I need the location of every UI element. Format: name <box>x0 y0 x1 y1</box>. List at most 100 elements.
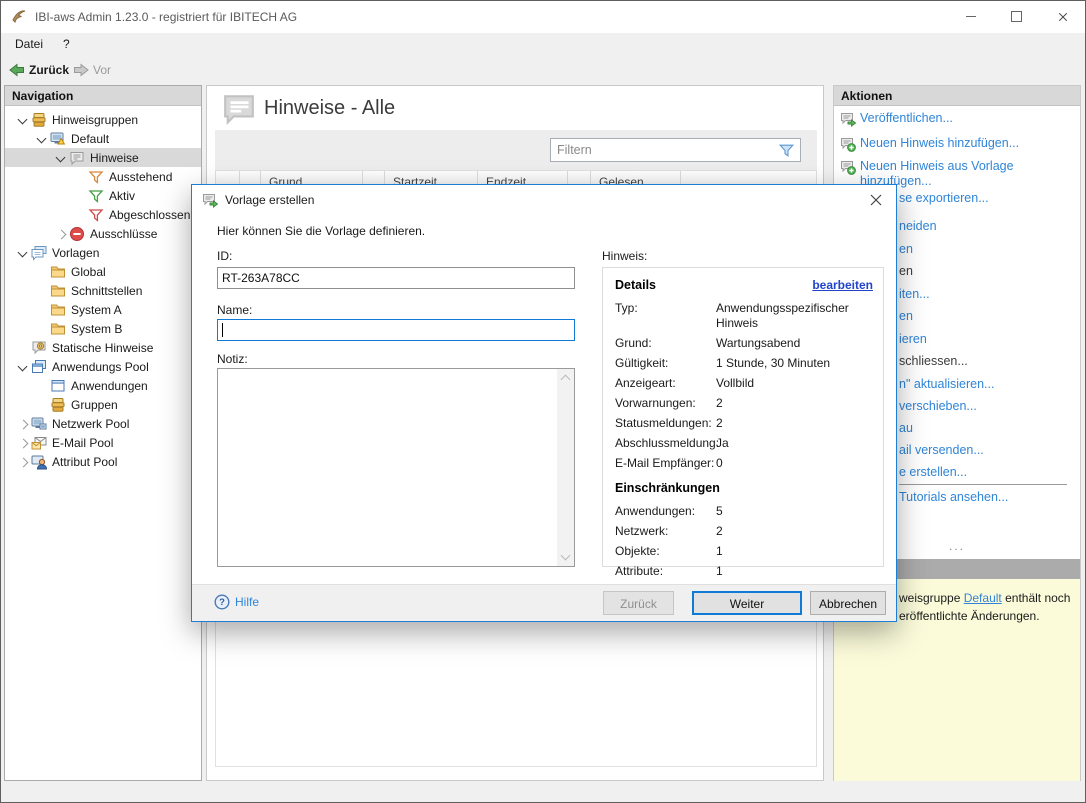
abbrechen-button[interactable]: Abbrechen <box>810 591 886 615</box>
dialog-intro-text: Hier können Sie die Vorlage definieren. <box>217 224 426 238</box>
notiz-field[interactable] <box>217 368 575 567</box>
chevron-down-icon[interactable] <box>15 245 31 261</box>
tree-item-global[interactable]: Global <box>5 262 201 281</box>
tree-item-email-pool[interactable]: E-Mail Pool <box>5 433 201 452</box>
dialog-title: Vorlage erstellen <box>225 193 315 207</box>
hinweise-bubble-icon <box>222 92 256 126</box>
hinweis-label: Hinweis: <box>602 249 648 263</box>
title-bar: IBI-aws Admin 1.23.0 - registriert für I… <box>1 1 1085 33</box>
action-partial[interactable]: verschieben... <box>899 399 977 413</box>
notification-line1: weisgruppe Default enthält noch <box>899 591 1071 605</box>
add-hinweis-vorlage-icon <box>840 159 856 175</box>
funnel-red-icon <box>88 207 104 223</box>
help-link[interactable]: Hilfe <box>214 594 259 610</box>
action-partial[interactable]: au <box>899 421 913 435</box>
name-field[interactable] <box>218 320 574 340</box>
scroll-up-icon[interactable] <box>557 369 574 386</box>
action-partial-disabled: en <box>899 264 913 278</box>
tree-item-ausstehend[interactable]: Ausstehend <box>5 167 201 186</box>
text-caret <box>222 323 223 337</box>
menu-help[interactable]: ? <box>63 37 70 51</box>
detail-row-statusmeldungen: Statusmeldungen: 2 <box>615 416 723 430</box>
back-button[interactable]: Zurück <box>9 62 69 78</box>
close-icon <box>1057 11 1069 23</box>
window-icon <box>50 378 66 394</box>
tree-item-gruppen[interactable]: Gruppen <box>5 395 201 414</box>
folder-icon <box>50 302 66 318</box>
forward-label: Vor <box>93 63 112 77</box>
tree-item-anwendungs-pool[interactable]: Anwendungs Pool <box>5 357 201 376</box>
weiter-button[interactable]: Weiter <box>692 591 802 615</box>
tree-item-vorlagen[interactable]: Vorlagen <box>5 243 201 262</box>
chevron-right-icon[interactable] <box>15 435 31 451</box>
funnel-orange-icon <box>88 169 104 185</box>
chevron-down-icon[interactable] <box>34 131 50 147</box>
network-icon <box>31 416 47 432</box>
filter-input-wrap <box>550 138 801 162</box>
dialog-title-bar: Vorlage erstellen <box>192 185 896 215</box>
add-hinweis-icon <box>840 136 856 152</box>
page-title: Hinweise - Alle <box>264 97 396 119</box>
tree-item-anwendungen[interactable]: Anwendungen <box>5 376 201 395</box>
filter-input[interactable] <box>551 143 778 157</box>
detail-row-anzeigeart: Anzeigeart: Vollbild <box>615 376 755 390</box>
monitor-warning-icon <box>50 131 66 147</box>
maximize-icon <box>1011 11 1022 22</box>
chevron-right-icon[interactable] <box>15 454 31 470</box>
default-group-link[interactable]: Default <box>964 591 1002 605</box>
bearbeiten-link[interactable]: bearbeiten <box>812 278 873 292</box>
publish-icon <box>840 111 856 127</box>
menu-datei[interactable]: Datei <box>15 37 43 51</box>
forward-button[interactable]: Vor <box>73 62 111 78</box>
chevron-right-icon[interactable] <box>15 416 31 432</box>
filter-funnel-icon[interactable] <box>778 142 795 159</box>
chevron-down-icon[interactable] <box>53 150 69 166</box>
action-partial[interactable]: ieren <box>899 332 927 346</box>
action-partial-exportieren[interactable]: se exportieren... <box>899 191 989 205</box>
tree-item-aktiv[interactable]: Aktiv <box>5 186 201 205</box>
folder-icon <box>50 321 66 337</box>
id-field[interactable] <box>218 268 574 288</box>
tree-item-statische-hinweise[interactable]: Statische Hinweise <box>5 338 201 357</box>
action-partial[interactable]: iten... <box>899 287 930 301</box>
id-label: ID: <box>217 249 233 263</box>
action-partial[interactable]: ail versenden... <box>899 443 984 457</box>
layers-icon <box>31 112 47 128</box>
action-partial-disabled: schliessen... <box>899 354 968 368</box>
chevron-down-icon[interactable] <box>15 359 31 375</box>
hinweis-details-box: Details bearbeiten Typ: Anwendungsspezifi… <box>602 267 884 578</box>
tree-item-ausschluesse[interactable]: Ausschlüsse <box>5 224 201 243</box>
action-partial[interactable]: en <box>899 309 913 323</box>
scroll-down-icon[interactable] <box>557 549 574 566</box>
tree-item-attribut-pool[interactable]: Attribut Pool <box>5 452 201 471</box>
maximize-button[interactable] <box>994 1 1039 32</box>
detail-row-typ: Typ: Anwendungsspezifischer Hinweis <box>615 301 849 330</box>
minimize-button[interactable] <box>948 1 993 32</box>
restriction-row-anwendungen: Anwendungen: 5 <box>615 504 723 518</box>
close-button[interactable] <box>1040 1 1085 32</box>
tree-item-schnittstellen[interactable]: Schnittstellen <box>5 281 201 300</box>
navigation-tree: Hinweisgruppen Default Hinweise Ausstehe… <box>5 106 201 471</box>
tree-item-abgeschlossen[interactable]: Abgeschlossen <box>5 205 201 224</box>
tree-item-hinweise[interactable]: Hinweise <box>5 148 201 167</box>
tree-item-hinweisgruppen[interactable]: Hinweisgruppen <box>5 110 201 129</box>
window-title: IBI-aws Admin 1.23.0 - registriert für I… <box>35 10 298 24</box>
app-logo-icon <box>11 9 27 25</box>
action-partial[interactable]: n" aktualisieren... <box>899 377 994 391</box>
scrollbar[interactable] <box>557 369 574 566</box>
chevron-down-icon[interactable] <box>15 112 31 128</box>
tree-item-netzwerk-pool[interactable]: Netzwerk Pool <box>5 414 201 433</box>
tree-item-system-b[interactable]: System B <box>5 319 201 338</box>
tree-item-default[interactable]: Default <box>5 129 201 148</box>
chevron-right-icon[interactable] <box>53 226 69 242</box>
action-tutorials[interactable]: Tutorials ansehen... <box>899 490 1008 504</box>
action-partial[interactable]: en <box>899 242 913 256</box>
tree-item-system-a[interactable]: System A <box>5 300 201 319</box>
action-partial[interactable]: neiden <box>899 219 937 233</box>
restriction-row-netzwerk: Netzwerk: 2 <box>615 524 723 538</box>
einschraenkungen-header: Einschränkungen <box>615 481 720 495</box>
dialog-close-icon[interactable] <box>868 192 884 208</box>
vorlage-erstellen-dialog: Vorlage erstellen Hier können Sie die Vo… <box>191 184 897 622</box>
action-partial[interactable]: e erstellen... <box>899 465 967 479</box>
forward-arrow-icon <box>73 62 89 78</box>
